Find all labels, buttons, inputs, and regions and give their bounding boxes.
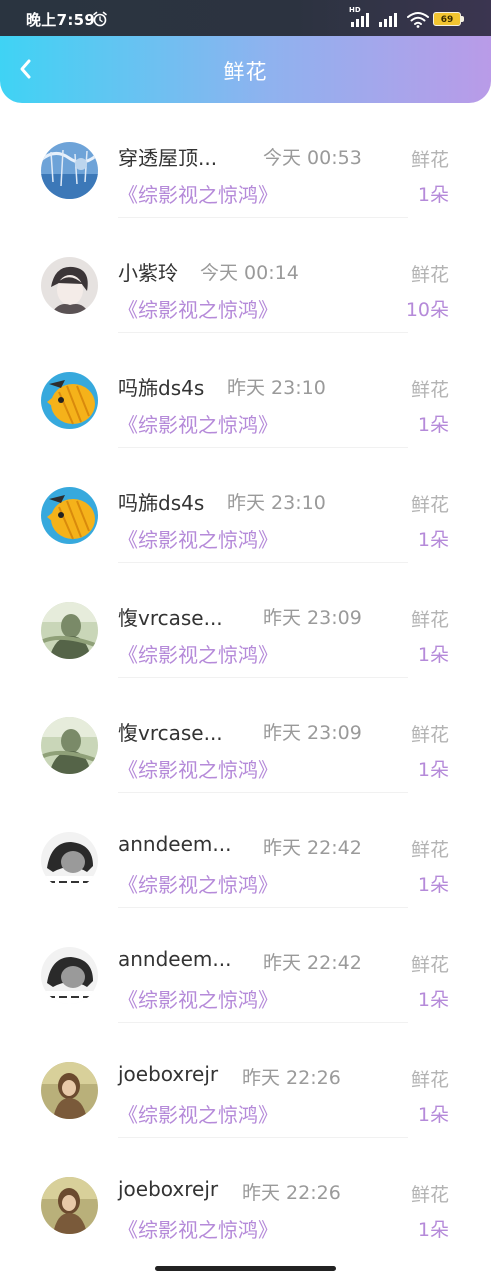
screen: 晚上7:59 HD 69 鲜花 穿透屋顶... 今天 00:53 《综影视之惊鸿… [0, 0, 491, 1280]
timestamp: 昨天 23:09 [263, 722, 362, 744]
avatar[interactable] [41, 487, 98, 544]
battery-level: 69 [440, 15, 454, 25]
username: 穿透屋顶... [118, 146, 218, 170]
username: anndeem... [118, 947, 232, 971]
username: 吗旆ds4s [118, 376, 205, 400]
timestamp: 昨天 23:10 [227, 377, 326, 399]
avatar[interactable] [41, 142, 98, 199]
gift-count: 1朵 [417, 414, 449, 436]
username: 小紫玲 [118, 261, 178, 285]
list-item[interactable]: 穿透屋顶... 今天 00:53 《综影视之惊鸿》 鲜花 1朵 [0, 103, 491, 218]
gift-type: 鲜花 [410, 149, 449, 171]
list-item[interactable]: joeboxrejr 昨天 22:26 《综影视之惊鸿》 鲜花 1朵 [0, 1023, 491, 1138]
cellular-signal-icon [351, 13, 369, 27]
list-item[interactable]: 吗旆ds4s 昨天 23:10 《综影视之惊鸿》 鲜花 1朵 [0, 333, 491, 448]
avatar[interactable] [41, 717, 98, 774]
book-title[interactable]: 《综影视之惊鸿》 [118, 869, 278, 898]
status-bar: 晚上7:59 HD 69 [0, 0, 491, 36]
timestamp: 今天 00:53 [263, 147, 362, 169]
list-item[interactable]: 吗旆ds4s 昨天 23:10 《综影视之惊鸿》 鲜花 1朵 [0, 448, 491, 563]
list-item[interactable]: 小紫玲 今天 00:14 《综影视之惊鸿》 鲜花 10朵 [0, 218, 491, 333]
timestamp: 昨天 22:26 [242, 1067, 341, 1089]
avatar[interactable] [41, 832, 98, 889]
gift-count: 1朵 [417, 874, 449, 896]
list-item[interactable]: 愎vrcase... 昨天 23:09 《综影视之惊鸿》 鲜花 1朵 [0, 678, 491, 793]
username: joeboxrejr [118, 1177, 219, 1201]
header: 晚上7:59 HD 69 鲜花 [0, 0, 491, 103]
avatar[interactable] [41, 1177, 98, 1234]
timestamp: 今天 00:14 [200, 262, 299, 284]
gift-count: 1朵 [417, 759, 449, 781]
book-title[interactable]: 《综影视之惊鸿》 [118, 294, 278, 323]
avatar[interactable] [41, 947, 98, 1004]
gift-type: 鲜花 [410, 1069, 449, 1091]
book-title[interactable]: 《综影视之惊鸿》 [118, 409, 278, 438]
status-time: 晚上7:59 [26, 11, 96, 29]
gift-type: 鲜花 [410, 494, 449, 516]
timestamp: 昨天 23:10 [227, 492, 326, 514]
book-title[interactable]: 《综影视之惊鸿》 [118, 524, 278, 553]
avatar[interactable] [41, 257, 98, 314]
book-title[interactable]: 《综影视之惊鸿》 [118, 1214, 278, 1243]
book-title[interactable]: 《综影视之惊鸿》 [118, 1099, 278, 1128]
gift-count: 1朵 [417, 989, 449, 1011]
gift-count: 1朵 [417, 644, 449, 666]
gift-count: 1朵 [417, 184, 449, 206]
gift-type: 鲜花 [410, 839, 449, 861]
gift-type: 鲜花 [410, 954, 449, 976]
gift-type: 鲜花 [410, 379, 449, 401]
home-indicator[interactable] [155, 1266, 336, 1271]
list-item[interactable]: 愎vrcase... 昨天 23:09 《综影视之惊鸿》 鲜花 1朵 [0, 563, 491, 678]
username: 愎vrcase... [118, 606, 223, 630]
gift-type: 鲜花 [410, 1184, 449, 1206]
gift-type: 鲜花 [410, 724, 449, 746]
avatar[interactable] [41, 1062, 98, 1119]
list-item[interactable]: joeboxrejr 昨天 22:26 《综影视之惊鸿》 鲜花 1朵 [0, 1138, 491, 1253]
page-title: 鲜花 [223, 60, 268, 84]
wifi-icon [407, 12, 429, 28]
username: joeboxrejr [118, 1062, 219, 1086]
avatar[interactable] [41, 372, 98, 429]
list-item[interactable]: anndeem... 昨天 22:42 《综影视之惊鸿》 鲜花 1朵 [0, 908, 491, 1023]
book-title[interactable]: 《综影视之惊鸿》 [118, 754, 278, 783]
username: 吗旆ds4s [118, 491, 205, 515]
gift-count: 1朵 [417, 1104, 449, 1126]
username: anndeem... [118, 832, 232, 856]
title-bar: 鲜花 [0, 36, 491, 103]
alarm-clock-icon [93, 11, 107, 27]
gift-type: 鲜花 [410, 609, 449, 631]
list-item[interactable]: anndeem... 昨天 22:42 《综影视之惊鸿》 鲜花 1朵 [0, 793, 491, 908]
timestamp: 昨天 22:26 [242, 1182, 341, 1204]
timestamp: 昨天 23:09 [263, 607, 362, 629]
avatar[interactable] [41, 602, 98, 659]
gift-type: 鲜花 [410, 264, 449, 286]
battery-icon: 69 [433, 12, 461, 26]
timestamp: 昨天 22:42 [263, 952, 362, 974]
username: 愎vrcase... [118, 721, 223, 745]
gift-count: 1朵 [417, 1219, 449, 1241]
book-title[interactable]: 《综影视之惊鸿》 [118, 179, 278, 208]
gift-count: 10朵 [405, 299, 449, 321]
book-title[interactable]: 《综影视之惊鸿》 [118, 984, 278, 1013]
cellular-signal-icon [379, 13, 397, 27]
timestamp: 昨天 22:42 [263, 837, 362, 859]
gift-count: 1朵 [417, 529, 449, 551]
book-title[interactable]: 《综影视之惊鸿》 [118, 639, 278, 668]
battery-tip [461, 16, 464, 22]
